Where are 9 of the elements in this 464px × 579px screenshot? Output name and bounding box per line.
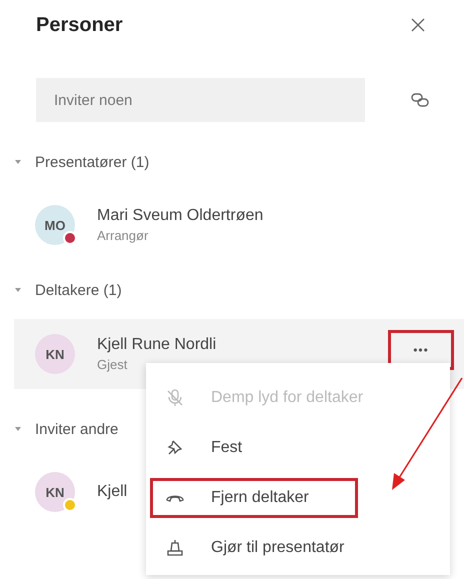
person-role: Gjest (97, 357, 128, 372)
panel-title: Personer (36, 14, 123, 36)
avatar-initials: MO (44, 218, 66, 232)
person-name: Kjell Rune Nordli (97, 336, 216, 354)
person-name: Kjell (97, 483, 128, 501)
person-role: Arrangør (97, 228, 150, 243)
avatar-initials: KN (46, 346, 64, 362)
person-name: Mari Sveum Oldertrøen (97, 207, 264, 225)
avatar-initials: KN (46, 484, 64, 500)
